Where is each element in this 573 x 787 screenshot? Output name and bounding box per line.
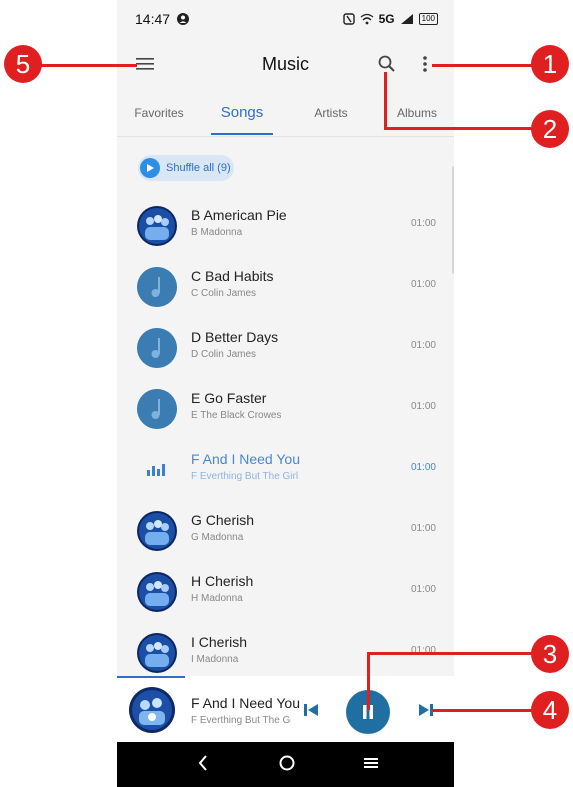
song-artist: H Madonna	[191, 593, 243, 604]
album-art	[137, 206, 177, 246]
battery-level: 100	[421, 14, 435, 23]
callout-1-badge: 1	[531, 45, 569, 83]
song-duration: 01:00	[410, 401, 436, 412]
song-artist: B Madonna	[191, 227, 243, 238]
song-row[interactable]: E Go Faster E The Black Crowes 01:00	[117, 379, 454, 440]
app-bar: Music	[117, 38, 454, 92]
song-artist: I Madonna	[191, 654, 239, 665]
nfc-icon	[342, 13, 355, 25]
wifi-icon	[360, 13, 374, 25]
song-duration: 01:00	[410, 462, 436, 473]
song-title: H Cherish	[191, 573, 254, 589]
now-playing-artist: F Everthing But The Girl	[191, 715, 291, 726]
tab-artists[interactable]: Artists	[306, 106, 356, 120]
callout-3-badge: 3	[531, 635, 569, 673]
callout-4-line	[432, 709, 534, 712]
signal-icon	[400, 14, 413, 24]
callout-2-line	[384, 127, 534, 130]
music-note-icon	[137, 389, 177, 429]
song-title: I Cherish	[191, 634, 248, 650]
song-title: C Bad Habits	[191, 268, 274, 284]
page-title: Music	[261, 54, 309, 74]
mini-player[interactable]: F And I Need You F Everthing But The Gir…	[117, 676, 454, 742]
callout-2-badge: 2	[531, 110, 569, 148]
callout-2-line-vertical	[384, 72, 387, 129]
song-row[interactable]: D Better Days D Colin James 01:00	[117, 318, 454, 379]
callout-3-line-vertical	[367, 654, 370, 710]
notification-icon	[177, 13, 190, 25]
song-artist: D Colin James	[191, 349, 257, 360]
previous-icon[interactable]	[303, 702, 319, 718]
song-duration: 01:00	[410, 584, 436, 595]
music-note-icon	[137, 267, 177, 307]
playback-progress	[117, 676, 185, 678]
music-note-icon	[137, 328, 177, 368]
song-row[interactable]: B American Pie B Madonna 01:00	[117, 196, 454, 257]
song-title: B American Pie	[191, 207, 287, 223]
song-duration: 01:00	[410, 279, 436, 290]
callout-5-line	[40, 64, 137, 67]
song-title: G Cherish	[191, 512, 255, 528]
network-label: 5G	[378, 12, 395, 26]
callout-4-badge: 4	[531, 691, 569, 729]
song-row[interactable]: C Bad Habits C Colin James 01:00	[117, 257, 454, 318]
battery-icon: 100	[418, 13, 438, 25]
song-artist: E The Black Crowes	[191, 410, 282, 421]
song-artist: G Madonna	[191, 532, 244, 543]
tab-favorites[interactable]: Favorites	[134, 106, 184, 120]
song-title: D Better Days	[191, 329, 279, 345]
status-time: 14:47	[135, 11, 171, 27]
callout-1-line	[432, 64, 534, 67]
more-options-icon[interactable]	[420, 54, 430, 74]
active-tab-indicator	[211, 133, 273, 135]
song-row[interactable]: F And I Need You F Everthing But The Girl…	[117, 440, 454, 501]
album-art	[137, 511, 177, 551]
tab-songs[interactable]: Songs	[211, 104, 273, 121]
song-duration: 01:00	[410, 218, 436, 229]
back-icon[interactable]	[197, 754, 209, 772]
shuffle-label: Shuffle all (9)	[166, 162, 231, 174]
song-row[interactable]: G Cherish G Madonna 01:00	[117, 501, 454, 562]
callout-3-line	[367, 652, 534, 655]
album-art	[137, 572, 177, 612]
song-artist: F Everthing But The Girl	[191, 471, 299, 482]
tab-albums[interactable]: Albums	[392, 106, 442, 120]
tab-bar: Favorites Songs Artists Albums	[117, 96, 454, 137]
search-icon[interactable]	[377, 54, 397, 74]
album-art	[137, 633, 177, 673]
song-artist: C Colin James	[191, 288, 257, 299]
song-title: E Go Faster	[191, 390, 267, 406]
album-art	[129, 687, 175, 733]
song-row[interactable]: H Cherish H Madonna 01:00	[117, 562, 454, 623]
song-duration: 01:00	[410, 523, 436, 534]
song-title: F And I Need You	[191, 451, 300, 467]
shuffle-all-button[interactable]: Shuffle all (9)	[138, 155, 234, 181]
play-icon	[140, 158, 160, 178]
system-navigation-bar	[117, 742, 454, 787]
now-playing-title: F And I Need You	[191, 695, 300, 711]
now-playing-equalizer-icon	[147, 464, 165, 476]
status-bar: 14:47 5G 100	[117, 0, 454, 38]
callout-5-badge: 5	[4, 45, 42, 83]
recents-icon[interactable]	[363, 754, 379, 772]
phone-screen: 14:47 5G 100 Music Favorites Songs Artis…	[117, 0, 454, 760]
home-icon[interactable]	[278, 754, 296, 772]
song-duration: 01:00	[410, 340, 436, 351]
